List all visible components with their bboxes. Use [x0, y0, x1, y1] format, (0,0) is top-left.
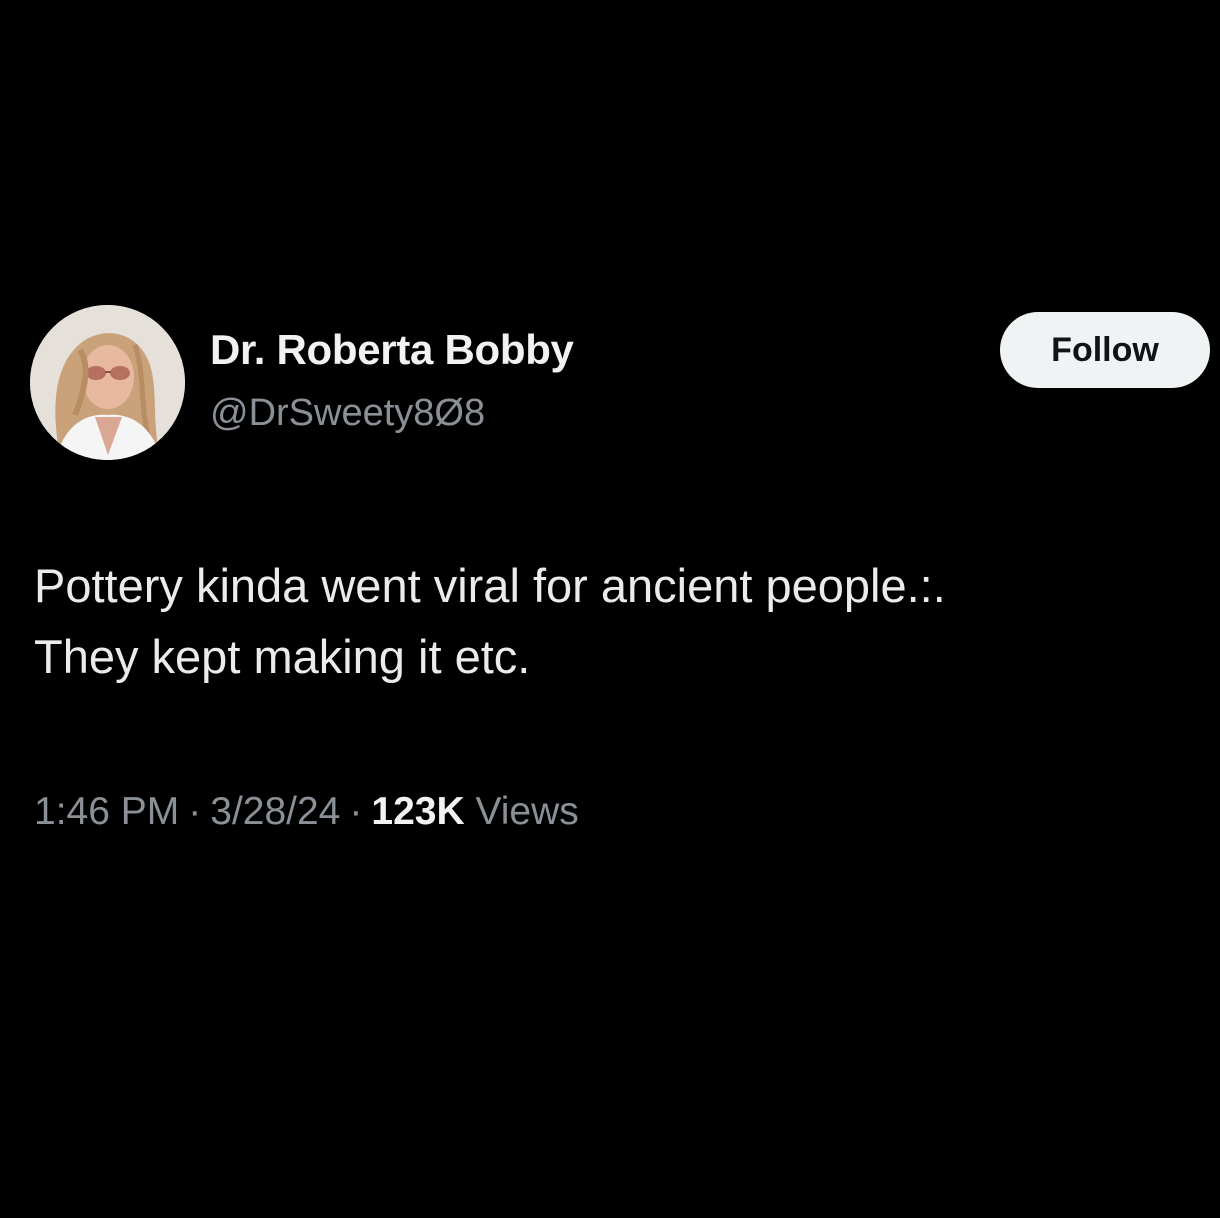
profile-photo-icon: [30, 305, 185, 460]
tweet-text-line: Pottery kinda went viral for ancient peo…: [34, 559, 946, 612]
tweet-text: Pottery kinda went viral for ancient peo…: [34, 550, 1204, 692]
tweet-time[interactable]: 1:46 PM: [34, 790, 179, 833]
views-label: Views: [475, 790, 579, 833]
follow-button[interactable]: Follow: [1000, 312, 1210, 388]
meta-separator: ·: [188, 790, 202, 833]
views-count: 123K: [371, 790, 465, 833]
user-handle[interactable]: @DrSweety8Ø8: [210, 392, 485, 435]
tweet-date[interactable]: 3/28/24: [210, 790, 340, 833]
avatar[interactable]: [30, 305, 185, 460]
meta-separator: ·: [349, 790, 363, 833]
tweet-card: Dr. Roberta Bobby @DrSweety8Ø8 Follow Po…: [0, 0, 1220, 1218]
tweet-text-line: They kept making it etc.: [34, 630, 531, 683]
tweet-meta: 1:46 PM · 3/28/24 · 123K Views: [34, 790, 579, 834]
display-name[interactable]: Dr. Roberta Bobby: [210, 326, 574, 374]
